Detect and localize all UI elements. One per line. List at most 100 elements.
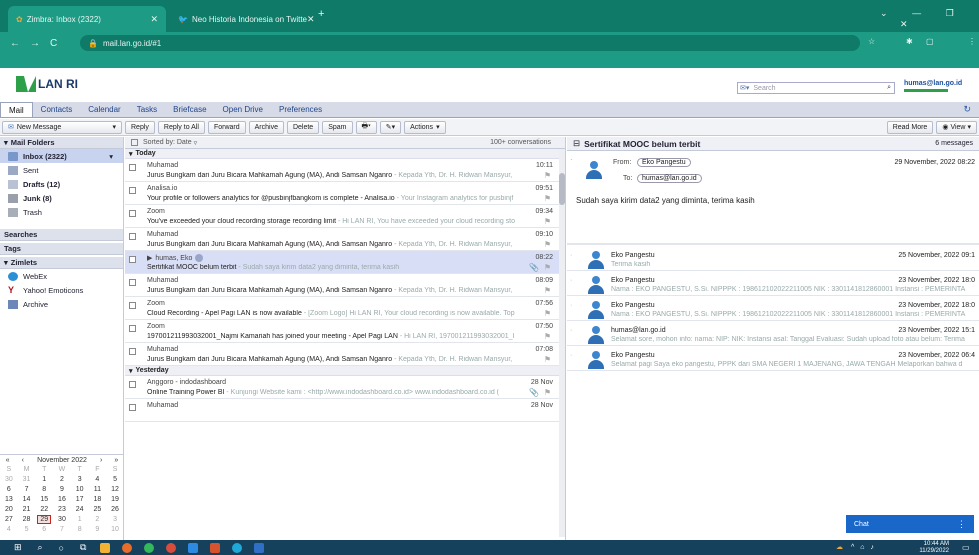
zimlets-header[interactable]: ▾ Zimlets [0,257,123,269]
browser-tab-twitter[interactable]: 🐦 Neo Historia Indonesia on Twitte ✕ [170,6,315,32]
notification-icon[interactable]: ▭ [962,543,970,552]
flag-icon[interactable]: ⚑ [544,309,551,318]
list-scrollbar-thumb[interactable] [559,173,565,205]
tray-overflow-icon[interactable]: ^ [851,544,854,551]
message-checkbox[interactable] [129,187,136,194]
thread-item[interactable]: · humas@lan.go.id 23 November, 2022 15:1… [567,324,979,346]
cortana-icon[interactable]: ○ [59,543,64,553]
powerpoint-icon[interactable] [210,542,221,553]
list-item[interactable]: Muhamad 09:10 Jurus Bungkam dari Juru Bi… [125,228,565,251]
next-month-icon[interactable]: › [94,457,108,464]
tags-header[interactable]: Tags [0,243,123,255]
tab-tasks[interactable]: Tasks [129,102,165,117]
prev-month-icon[interactable]: ‹ [16,457,30,464]
tab-mail[interactable]: Mail [0,102,33,117]
search-icon[interactable]: ⌕ [887,84,891,92]
tab-briefcase[interactable]: Briefcase [165,102,214,117]
message-checkbox[interactable] [129,256,136,263]
flag-icon[interactable]: ⚑ [544,388,551,397]
thread-item[interactable]: · Eko Pangestu 23 November, 2022 06:4 Se… [567,349,979,371]
searches-header[interactable]: Searches [0,229,123,241]
sender-chip[interactable]: Eko Pangestu [637,158,691,167]
list-item[interactable]: Muhamad 07:08 Jurus Bungkam dari Juru Bi… [125,343,565,366]
group-yesterday[interactable]: ▾ Yesterday [125,366,565,376]
read-more-button[interactable]: Read More [886,120,934,134]
chat-menu-icon[interactable]: ⋮ [957,519,966,530]
search-icon[interactable]: ⌕ [38,542,43,553]
list-item[interactable]: Muhamad 28 Nov [125,399,565,422]
calendar-today[interactable]: 29 [37,514,52,524]
archive-button[interactable]: Archive [248,120,284,134]
sidebar-icon[interactable]: ▢ [926,37,934,46]
reply-all-button[interactable]: Reply to All [157,120,205,134]
folder-drafts[interactable]: Drafts (12) [0,177,123,191]
extensions-icon[interactable]: ✱ [906,37,913,46]
tab-calendar[interactable]: Calendar [80,102,128,117]
close-window-icon[interactable]: ✕ [900,19,908,29]
browser-tab-zimbra[interactable]: ✿ Zimbra: Inbox (2322) ✕ [8,6,166,32]
message-checkbox[interactable] [129,325,136,332]
group-today[interactable]: ▾ Today [125,149,565,159]
list-item[interactable]: Zoom 07:56 Cloud Recording - Apel Pagi L… [125,297,565,320]
print-button[interactable]: 🖶▾ [355,120,377,134]
chevron-down-icon[interactable]: ▾ [112,123,116,131]
menu-icon[interactable]: ⋮ [968,37,976,46]
expand-dot[interactable]: · [570,155,573,164]
message-checkbox[interactable] [129,404,136,411]
chevron-down-icon[interactable]: ▾ [109,152,113,161]
edge-icon[interactable] [232,542,243,553]
search-input[interactable]: ✉▾ Search ⌕ [737,82,895,94]
message-checkbox[interactable] [129,233,136,240]
close-tab-icon[interactable]: ✕ [150,14,158,25]
zimlet-yahoo-emoticons[interactable]: Y Yahoo! Emoticons [0,283,123,297]
folder-trash[interactable]: Trash [0,205,123,219]
tag-button[interactable]: ✎▾ [379,120,402,134]
tab-open-drive[interactable]: Open Drive [215,102,271,117]
volume-icon[interactable]: ♪ [870,544,874,551]
folder-junk[interactable]: Junk (8) [0,191,123,205]
list-scrollbar[interactable] [559,149,565,537]
list-item[interactable]: Zoom 07:50 197001211993032001_Najmi Kama… [125,320,565,343]
folder-sent[interactable]: Sent [0,163,123,177]
reply-button[interactable]: Reply [125,120,155,134]
view-button[interactable]: ◉ View ▾ [936,120,977,134]
flag-icon[interactable]: ⚑ [544,240,551,249]
sort-control[interactable]: Sorted by: Date [143,139,192,146]
close-tab-icon[interactable]: ✕ [307,14,315,25]
zimlet-webex[interactable]: WebEx [0,269,123,283]
folder-inbox[interactable]: Inbox (2322) ▾ [0,149,123,163]
forward-button[interactable]: Forward [207,120,246,134]
bookmark-star-icon[interactable]: ☆ [868,37,875,46]
flag-icon[interactable]: ⚑ [544,263,551,272]
spam-button[interactable]: Spam [322,120,353,134]
whatsapp-icon[interactable] [144,542,155,553]
flag-icon[interactable]: ⚑ [544,171,551,180]
maximize-icon[interactable]: ❐ [946,8,954,18]
flag-icon[interactable]: ⚑ [544,286,551,295]
next-year-icon[interactable]: » [109,457,123,464]
user-account[interactable]: humas@lan.go.id [904,80,962,92]
back-icon[interactable]: ← [10,38,20,49]
mail-folders-header[interactable]: ▾ Mail Folders [0,137,123,149]
list-item[interactable]: Muhamad 10:11 Jurus Bungkam dari Juru Bi… [125,159,565,182]
file-explorer-icon[interactable] [100,542,111,553]
reload-icon[interactable]: C [50,38,57,49]
thread-item[interactable]: · Eko Pangestu 25 November, 2022 09:1 Te… [567,249,979,271]
flag-icon[interactable]: ⚑ [544,217,551,226]
chrome-icon[interactable] [166,542,177,553]
url-field[interactable]: 🔒 mail.lan.go.id/#1 [80,35,860,51]
list-item[interactable]: Analisa.io 09:51 Your profile or followe… [125,182,565,205]
flag-icon[interactable]: ⚑ [544,194,551,203]
firefox-icon[interactable] [122,542,133,553]
chat-bar[interactable]: Chat ⋮ [846,515,974,533]
expand-icon[interactable]: ▶ [147,255,152,262]
prev-year-icon[interactable]: « [1,457,15,464]
app-icon[interactable] [188,542,199,553]
recipient-chip[interactable]: humas@lan.go.id [637,174,702,183]
forward-icon[interactable]: → [30,38,40,49]
message-checkbox[interactable] [129,302,136,309]
message-checkbox[interactable] [129,348,136,355]
weather-icon[interactable]: ☁ [836,544,843,551]
mail-search-scope-icon[interactable]: ✉▾ [740,84,749,92]
tab-preferences[interactable]: Preferences [271,102,330,117]
